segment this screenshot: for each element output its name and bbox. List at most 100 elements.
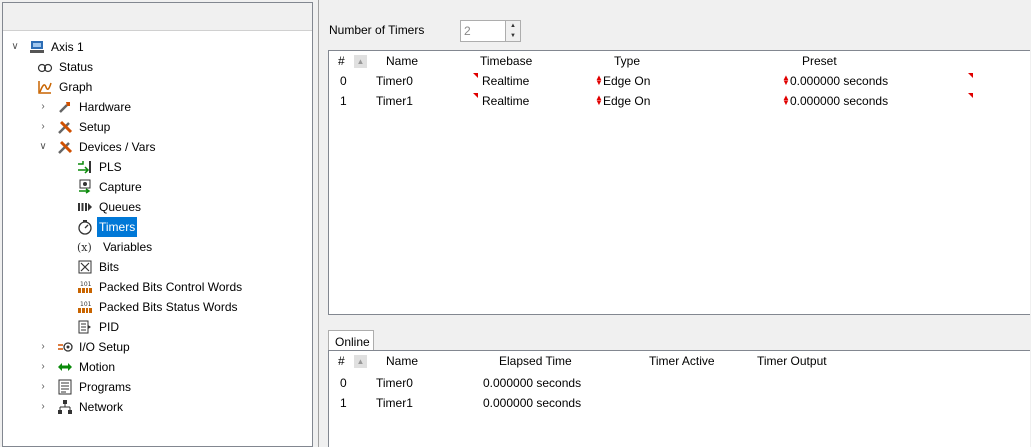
tree-item-motion[interactable]: › Motion xyxy=(9,357,117,377)
cell-index: 0 xyxy=(340,74,347,88)
tree-item-pid[interactable]: PID xyxy=(77,317,121,337)
column-header-preset[interactable]: Preset xyxy=(802,54,837,68)
tree-item-packed-bits-status-words[interactable]: 101 Packed Bits Status Words xyxy=(77,297,240,317)
tab-online[interactable]: Online xyxy=(328,330,374,351)
capture-icon xyxy=(77,179,93,195)
tree-item-status[interactable]: Status xyxy=(37,57,95,77)
online-grid: # ▲ Name Elapsed Time Timer Active Timer… xyxy=(328,350,1030,447)
dropdown-arrows-icon[interactable]: ▲ ▼ xyxy=(782,74,790,87)
spin-down-button[interactable]: ▼ xyxy=(506,31,520,41)
tree-item-graph[interactable]: Graph xyxy=(37,77,94,97)
tree-item-setup[interactable]: › Setup xyxy=(9,117,112,137)
tree-item-network[interactable]: › Network xyxy=(9,397,125,417)
tree-item-label: Packed Bits Status Words xyxy=(99,300,238,314)
cell-name: Timer0 xyxy=(376,376,413,390)
tree-item-label: Graph xyxy=(59,80,93,94)
spin-up-button[interactable]: ▲ xyxy=(506,21,520,31)
hardware-icon xyxy=(57,99,73,115)
cell-index: 1 xyxy=(340,396,347,410)
sort-icon[interactable]: ▲ xyxy=(354,355,367,368)
tree-item-label: Motion xyxy=(79,360,116,374)
devices-icon xyxy=(57,139,73,155)
tree-item-label: Status xyxy=(59,60,94,74)
cell-type[interactable]: Edge On xyxy=(603,74,650,88)
tree-item-label: Packed Bits Control Words xyxy=(99,280,243,294)
tree-item-devices-vars[interactable]: ∨ Devices / Vars xyxy=(9,137,157,157)
io-setup-icon xyxy=(57,339,73,355)
packed-bits-icon: 101 xyxy=(77,279,93,295)
cell-preset[interactable]: 0.000000 seconds xyxy=(790,74,888,88)
queues-icon xyxy=(77,199,93,215)
number-of-timers-spinner[interactable]: 2 ▲ ▼ xyxy=(460,20,521,42)
network-icon xyxy=(57,399,73,415)
tree-item-queues[interactable]: Queues xyxy=(77,197,143,217)
tree-item-hardware[interactable]: › Hardware xyxy=(9,97,133,117)
cell-name: Timer1 xyxy=(376,396,413,410)
tree-header xyxy=(3,3,312,31)
cell-preset[interactable]: 0.000000 seconds xyxy=(790,94,888,108)
tree-item-label: Variables xyxy=(103,240,153,254)
cell-timebase[interactable]: Realtime xyxy=(482,94,529,108)
axis-icon xyxy=(29,39,45,55)
cell-name[interactable]: Timer1 xyxy=(376,94,413,108)
chevron-right-icon[interactable]: › xyxy=(37,377,49,397)
cell-name[interactable]: Timer0 xyxy=(376,74,413,88)
tree-item-packed-bits-control-words[interactable]: 101 Packed Bits Control Words xyxy=(77,277,244,297)
sort-icon[interactable]: ▲ xyxy=(354,55,367,68)
chevron-right-icon[interactable]: › xyxy=(37,357,49,377)
tree-item-capture[interactable]: Capture xyxy=(77,177,144,197)
spinner-buttons: ▲ ▼ xyxy=(505,21,520,41)
motion-icon xyxy=(57,359,73,375)
column-header-timer-active[interactable]: Timer Active xyxy=(649,354,715,368)
pid-icon xyxy=(77,319,93,335)
column-header-elapsed-time[interactable]: Elapsed Time xyxy=(499,354,572,368)
chevron-right-icon[interactable]: › xyxy=(37,97,49,117)
number-of-timers-value[interactable]: 2 xyxy=(464,24,471,38)
tree-item-label: Axis 1 xyxy=(51,40,84,54)
tree-item-label: I/O Setup xyxy=(79,340,130,354)
cell-index: 1 xyxy=(340,94,347,108)
tree-item-bits[interactable]: Bits xyxy=(77,257,121,277)
column-header-index[interactable]: # xyxy=(338,54,345,68)
column-header-name[interactable]: Name xyxy=(386,354,418,368)
cell-timebase[interactable]: Realtime xyxy=(482,74,529,88)
tree-item-label: Network xyxy=(79,400,124,414)
cell-elapsed-time: 0.000000 seconds xyxy=(483,396,582,410)
tree-item-timers[interactable]: Timers xyxy=(77,217,138,237)
chevron-down-icon[interactable]: ∨ xyxy=(37,137,49,157)
modified-marker-icon xyxy=(968,73,973,78)
cell-elapsed-time: 0.000000 seconds xyxy=(483,376,582,390)
chevron-right-icon[interactable]: › xyxy=(37,397,49,417)
tree-item-programs[interactable]: › Programs xyxy=(9,377,133,397)
chevron-down-icon[interactable]: ∨ xyxy=(9,37,21,57)
timer-icon xyxy=(77,219,93,235)
tree-item-label: Timers xyxy=(97,217,138,237)
column-header-timebase[interactable]: Timebase xyxy=(480,54,532,68)
variables-icon: (x) xyxy=(77,239,97,255)
column-header-index[interactable]: # xyxy=(338,354,345,368)
column-header-type[interactable]: Type xyxy=(614,54,640,68)
bits-icon xyxy=(77,259,93,275)
modified-marker-icon xyxy=(473,93,478,98)
setup-icon xyxy=(57,119,73,135)
chevron-right-icon[interactable]: › xyxy=(37,337,49,357)
tree-item-io-setup[interactable]: › I/O Setup xyxy=(9,337,132,357)
pls-icon xyxy=(77,159,93,175)
tree-item-axis-1[interactable]: ∨ Axis 1 xyxy=(9,37,86,57)
cell-type[interactable]: Edge On xyxy=(603,94,650,108)
number-of-timers-label: Number of Timers xyxy=(329,23,425,37)
timers-editor-panel: Number of Timers 2 ▲ ▼ # ▲ Name Timebase… xyxy=(318,0,1031,447)
svg-text:101: 101 xyxy=(80,281,92,288)
chevron-right-icon[interactable]: › xyxy=(37,117,49,137)
tree-item-label: Hardware xyxy=(79,100,132,114)
column-header-timer-output[interactable]: Timer Output xyxy=(757,354,827,368)
column-header-name[interactable]: Name xyxy=(386,54,418,68)
dropdown-arrows-icon[interactable]: ▲ ▼ xyxy=(782,94,790,107)
tree-item-label: Setup xyxy=(79,120,111,134)
dropdown-arrows-icon[interactable]: ▲ ▼ xyxy=(595,74,603,87)
dropdown-arrows-icon[interactable]: ▲ ▼ xyxy=(595,94,603,107)
tree-item-label: Capture xyxy=(99,180,142,194)
tree-item-variables[interactable]: (x) Variables xyxy=(77,237,154,257)
modified-marker-icon xyxy=(473,73,478,78)
tree-item-pls[interactable]: PLS xyxy=(77,157,124,177)
